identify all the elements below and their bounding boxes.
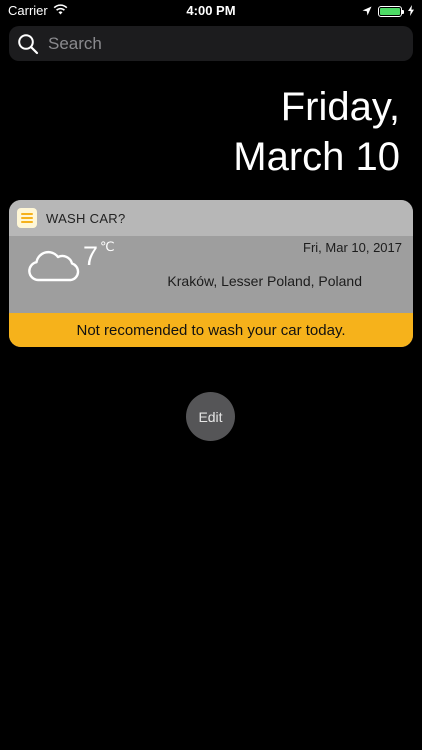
status-right	[362, 4, 414, 19]
cloud-icon	[28, 250, 80, 282]
search-placeholder: Search	[48, 33, 102, 53]
wash-car-widget[interactable]: WASH CAR? 7 ℃ Fri, Mar 10, 2017 Kraków, …	[9, 200, 413, 347]
location-label: Kraków, Lesser Poland, Poland	[167, 273, 362, 289]
date-weekday: Friday,	[280, 85, 400, 129]
battery-icon	[378, 6, 404, 17]
battery-fill	[380, 8, 400, 15]
temperature-unit: ℃	[100, 239, 115, 254]
date-day: March 10	[233, 135, 400, 179]
widget-header[interactable]: WASH CAR?	[9, 200, 413, 236]
location-arrow-icon	[362, 4, 372, 19]
widget-body: 7 ℃ Fri, Mar 10, 2017 Kraków, Lesser Pol…	[9, 236, 413, 313]
wash-car-app-icon	[17, 208, 37, 228]
forecast-date: Fri, Mar 10, 2017	[303, 240, 402, 255]
search-bar[interactable]: Search	[9, 26, 413, 61]
recommendation-banner: Not recomended to wash your car today.	[9, 313, 413, 347]
status-bar: Carrier 4:00 PM	[0, 0, 422, 22]
status-time: 4:00 PM	[186, 3, 236, 18]
date-heading: Friday, March 10	[233, 82, 400, 182]
charging-bolt-icon	[408, 4, 414, 19]
widget-app-title: WASH CAR?	[46, 210, 126, 226]
search-icon	[18, 33, 39, 54]
temperature-value: 7	[83, 241, 99, 271]
edit-button[interactable]: Edit	[186, 392, 235, 441]
